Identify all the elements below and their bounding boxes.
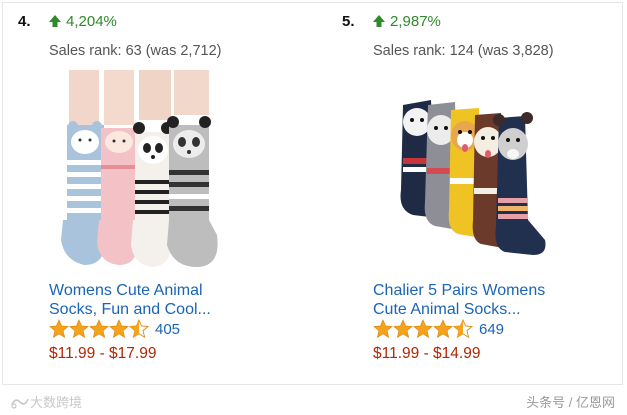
product-card-5: 5. 2,987% Sales rank: 124 (was 3,828) Ch… (342, 0, 627, 385)
star-rating[interactable] (49, 319, 149, 339)
star-full-icon (433, 319, 453, 338)
review-count-link[interactable]: 405 (155, 321, 180, 338)
up-arrow-icon (49, 15, 61, 27)
product-title-line: Cute Animal Socks... (373, 301, 521, 318)
sales-rank: Sales rank: 124 (was 3,828) (373, 43, 554, 59)
product-title-line: Womens Cute Animal (49, 282, 203, 299)
star-rating[interactable] (373, 319, 473, 339)
price-range: $11.99 - $17.99 (49, 345, 157, 362)
review-count-link[interactable]: 649 (479, 321, 504, 338)
rank-number: 5. (342, 12, 355, 30)
star-full-icon (109, 319, 129, 338)
rank-row: 4. 4,204% (18, 12, 117, 30)
product-title-line: Chalier 5 Pairs Womens (373, 282, 546, 299)
star-half-icon (129, 319, 149, 339)
rating-row: 649 (373, 319, 504, 339)
star-full-icon (393, 319, 413, 338)
watermark-left-text: 大数跨境 (30, 395, 83, 410)
star-full-icon (49, 319, 69, 338)
star-full-icon (89, 319, 109, 338)
watermark-right: 头条号 / 亿恩网 (526, 395, 615, 410)
dog-socks-product-image[interactable] (373, 70, 548, 270)
product-title-link[interactable]: Womens Cute Animal Socks, Fun and Cool..… (49, 281, 309, 319)
price-range: $11.99 - $14.99 (373, 345, 481, 362)
product-card-4: 4. 4,204% Sales rank: 63 (was 2,712) Wom… (18, 0, 308, 385)
watermark-left: 大数跨境 (10, 392, 82, 411)
rank-row: 5. 2,987% (342, 12, 441, 30)
rank-number: 4. (18, 12, 31, 30)
rank-change-percent: 2,987% (390, 12, 441, 30)
watermark-logo-icon (11, 398, 29, 409)
star-full-icon (413, 319, 433, 338)
sales-rank: Sales rank: 63 (was 2,712) (49, 43, 222, 59)
animal-socks-product-image[interactable] (49, 70, 224, 270)
star-full-icon (69, 319, 89, 338)
rating-row: 405 (49, 319, 180, 339)
star-full-icon (373, 319, 393, 338)
star-half-icon (453, 319, 473, 339)
product-title-line: Socks, Fun and Cool... (49, 301, 211, 318)
rank-change-percent: 4,204% (66, 12, 117, 30)
up-arrow-icon (373, 15, 385, 27)
product-title-link[interactable]: Chalier 5 Pairs Womens Cute Animal Socks… (373, 281, 627, 319)
